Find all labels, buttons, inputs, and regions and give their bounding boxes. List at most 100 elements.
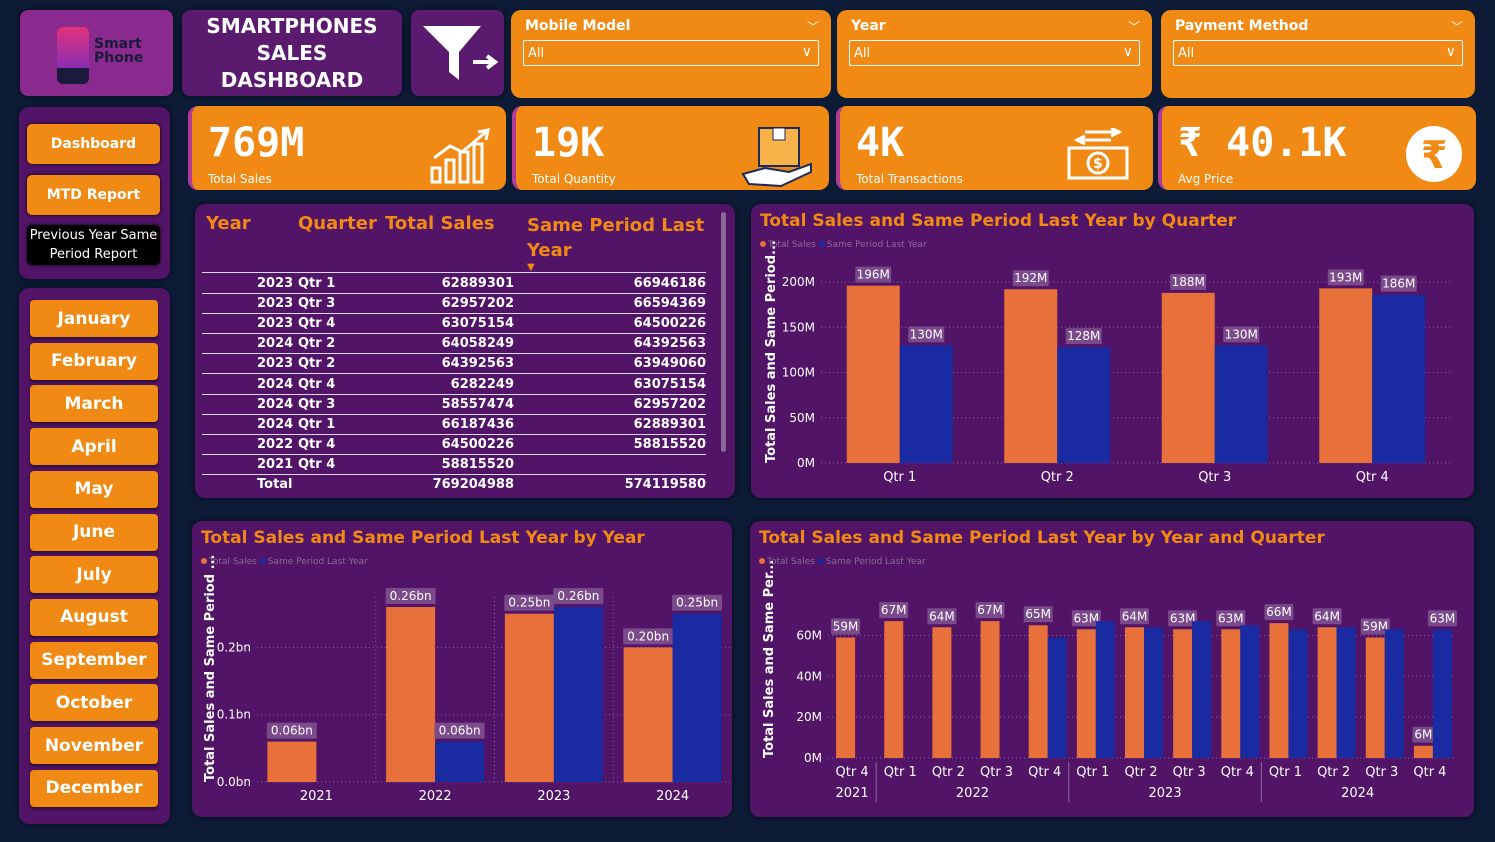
previous-year-same-period-button[interactable]: Previous Year Same Period Report xyxy=(27,225,160,265)
same-period-bar[interactable] xyxy=(1288,629,1308,758)
total-sales-bar[interactable] xyxy=(1125,627,1144,758)
total-sales-bar[interactable] xyxy=(1161,292,1215,463)
chevron-down-icon[interactable]: ﹀ xyxy=(1451,18,1463,35)
same-period-bar[interactable] xyxy=(1144,627,1163,758)
month-button-february[interactable]: February xyxy=(30,342,158,380)
mobile-model-dropdown[interactable]: All ∨ xyxy=(523,40,819,66)
total-sales-bar[interactable] xyxy=(1269,623,1289,758)
col-header-same-period[interactable]: Same Period Last Year xyxy=(527,213,704,263)
total-sales-bar[interactable] xyxy=(504,613,554,782)
month-button-january[interactable]: January xyxy=(30,300,158,337)
data-label: 65M xyxy=(1025,607,1051,621)
y-tick-label: 200M xyxy=(782,275,815,289)
same-period-bar[interactable] xyxy=(672,613,722,782)
total-sales-bar[interactable] xyxy=(884,621,904,758)
same-period-bar[interactable] xyxy=(1047,637,1067,758)
same-period-bar[interactable] xyxy=(1240,625,1260,758)
same-period-bar[interactable] xyxy=(1057,347,1111,463)
x-tick-label: Qtr 3 xyxy=(1198,470,1231,485)
total-sales-bar[interactable] xyxy=(1076,629,1096,758)
col-header-total-sales[interactable]: Total Sales xyxy=(385,213,495,234)
same-period-bar[interactable] xyxy=(1192,621,1212,758)
x-tick-label: Qtr 3 xyxy=(1365,765,1398,780)
chevron-down-icon[interactable]: ﹀ xyxy=(1128,18,1140,35)
year-dropdown[interactable]: All ∨ xyxy=(849,40,1140,66)
table-cell: 62889301 xyxy=(633,416,706,432)
data-label: 130M xyxy=(910,327,943,341)
same-period-bar[interactable] xyxy=(1336,627,1356,758)
table-row: 2023 Qtr 1 62889301 66946186 xyxy=(202,274,706,294)
month-button-april[interactable]: April xyxy=(30,428,158,466)
total-sales-bar[interactable] xyxy=(836,637,856,758)
slicer-payment-method[interactable]: Payment Method ﹀ All ∨ xyxy=(1161,10,1475,98)
total-sales-bar[interactable] xyxy=(1413,745,1433,758)
x-tick-label: Qtr 1 xyxy=(883,470,916,485)
total-sales-bar[interactable] xyxy=(1319,288,1373,463)
data-label: 64M xyxy=(929,609,955,623)
total-sales-bar[interactable] xyxy=(1365,637,1385,758)
total-sales-bar[interactable] xyxy=(1004,289,1058,463)
month-button-december[interactable]: December xyxy=(30,769,158,807)
mtd-report-button[interactable]: MTD Report xyxy=(27,175,160,215)
x-tick-label: Qtr 4 xyxy=(1413,765,1446,780)
sales-table: Year Quarter Total Sales Same Period Las… xyxy=(195,204,735,498)
month-button-may[interactable]: May xyxy=(30,470,158,508)
table-cell: 64500226 xyxy=(633,316,706,332)
table-cell: 66594369 xyxy=(633,296,706,312)
table-cell: Qtr 1 xyxy=(298,276,336,291)
total-sales-bar[interactable] xyxy=(980,621,1000,758)
same-period-bar[interactable] xyxy=(1384,629,1404,758)
same-period-bar[interactable] xyxy=(899,345,953,463)
phone-logo-base xyxy=(57,68,89,84)
total-sales-bar[interactable] xyxy=(386,607,436,782)
same-period-bar[interactable] xyxy=(553,607,603,782)
y-tick-label: 0M xyxy=(797,456,815,470)
table-cell: Qtr 4 xyxy=(298,376,336,392)
payment-method-dropdown[interactable]: All ∨ xyxy=(1173,40,1463,66)
same-period-bar[interactable] xyxy=(1095,621,1115,758)
same-period-bar[interactable] xyxy=(1214,345,1268,463)
spl-header-2: Year xyxy=(527,240,572,261)
y-tick-label: 0.1bn xyxy=(217,708,251,722)
table-cell: 58815520 xyxy=(441,456,514,472)
total-sales-bar[interactable] xyxy=(846,285,900,463)
data-label: 67M xyxy=(881,603,907,617)
total-sales-bar[interactable] xyxy=(1173,629,1193,758)
month-button-july[interactable]: July xyxy=(30,556,158,594)
money-transfer-icon: $ xyxy=(1067,128,1129,180)
month-button-march[interactable]: March xyxy=(30,385,158,423)
x-tick-label: 2023 xyxy=(537,789,570,804)
slicer-year[interactable]: Year ﹀ All ∨ xyxy=(837,10,1152,98)
data-label: 0.25bn xyxy=(508,596,550,610)
total-sales-bar[interactable] xyxy=(1028,625,1048,758)
table-scrollbar[interactable] xyxy=(721,212,726,452)
total-sales-bar[interactable] xyxy=(267,741,317,782)
table-row: 2022 Qtr 4 64500226 58815520 xyxy=(202,435,706,455)
logo-text: Smart Phone xyxy=(94,37,143,65)
month-button-september[interactable]: September xyxy=(30,641,158,679)
dashboard-button[interactable]: Dashboard xyxy=(27,124,160,164)
total-sales-bar[interactable] xyxy=(1317,627,1337,758)
total-sales-bar[interactable] xyxy=(1221,629,1241,758)
same-period-bar[interactable] xyxy=(1372,294,1426,463)
month-button-october[interactable]: October xyxy=(30,684,158,722)
month-button-june[interactable]: June xyxy=(30,513,158,551)
logo-line2: Phone xyxy=(94,50,144,66)
total-sales-bar[interactable] xyxy=(932,627,952,758)
col-header-year[interactable]: Year xyxy=(206,213,251,234)
slicer-label: Payment Method xyxy=(1175,18,1309,34)
table-cell: 2024 xyxy=(257,376,294,392)
col-header-quarter[interactable]: Quarter xyxy=(298,213,377,234)
chevron-down-icon[interactable]: ﹀ xyxy=(807,18,819,35)
total-sales-bar[interactable] xyxy=(623,647,673,782)
month-button-november[interactable]: November xyxy=(30,727,158,764)
filter-funnel-button[interactable] xyxy=(411,10,504,96)
table-row: 2024 Qtr 3 58557474 62957202 xyxy=(202,395,706,415)
y-axis-label: Total Sales and Same Period... xyxy=(764,240,779,463)
same-period-bar[interactable] xyxy=(1432,629,1452,758)
same-period-bar[interactable] xyxy=(435,741,485,782)
month-button-august[interactable]: August xyxy=(30,598,158,636)
bar-growth-icon xyxy=(430,128,490,184)
table-cell: 2024 xyxy=(257,416,294,432)
slicer-mobile-model[interactable]: Mobile Model ﹀ All ∨ xyxy=(511,10,831,98)
